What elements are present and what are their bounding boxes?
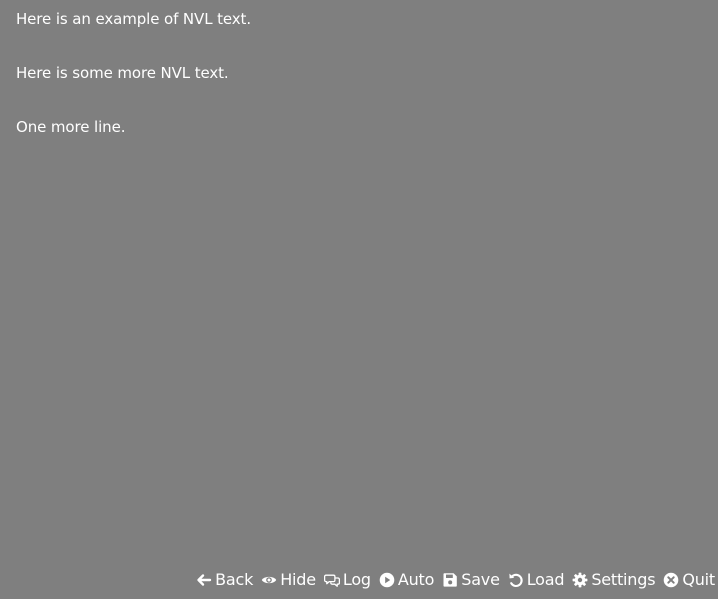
settings-button[interactable]: Settings [572, 570, 656, 590]
undo-icon [508, 572, 524, 588]
nvl-line: Here is an example of NVL text. [16, 10, 251, 28]
save-button[interactable]: Save [442, 570, 500, 590]
auto-label: Auto [397, 570, 435, 589]
back-button[interactable]: Back [196, 570, 253, 590]
settings-label: Settings [591, 570, 656, 589]
back-label: Back [215, 570, 254, 589]
chat-bubbles-icon [323, 572, 340, 588]
arrow-left-icon [196, 572, 212, 588]
quit-button[interactable]: Quit [663, 570, 715, 590]
floppy-disk-icon [442, 572, 458, 588]
quit-label: Quit [682, 570, 715, 589]
gear-icon [572, 572, 588, 588]
close-circle-icon [663, 572, 679, 588]
log-label: Log [342, 570, 371, 589]
nvl-line: One more line. [16, 118, 126, 136]
eye-icon [261, 572, 277, 588]
play-circle-icon [379, 572, 395, 588]
nvl-line: Here is some more NVL text. [16, 64, 229, 82]
hide-button[interactable]: Hide [261, 570, 316, 590]
nvl-text-window: Here is an example of NVL text. Here is … [16, 9, 696, 171]
auto-button[interactable]: Auto [379, 570, 434, 590]
hide-label: Hide [280, 570, 316, 589]
save-label: Save [461, 570, 500, 589]
load-button[interactable]: Load [508, 570, 565, 590]
load-label: Load [526, 570, 565, 589]
log-button[interactable]: Log [323, 570, 371, 590]
quick-menu: Back Hide Log Auto Save Load Settings Qu… [196, 570, 715, 590]
